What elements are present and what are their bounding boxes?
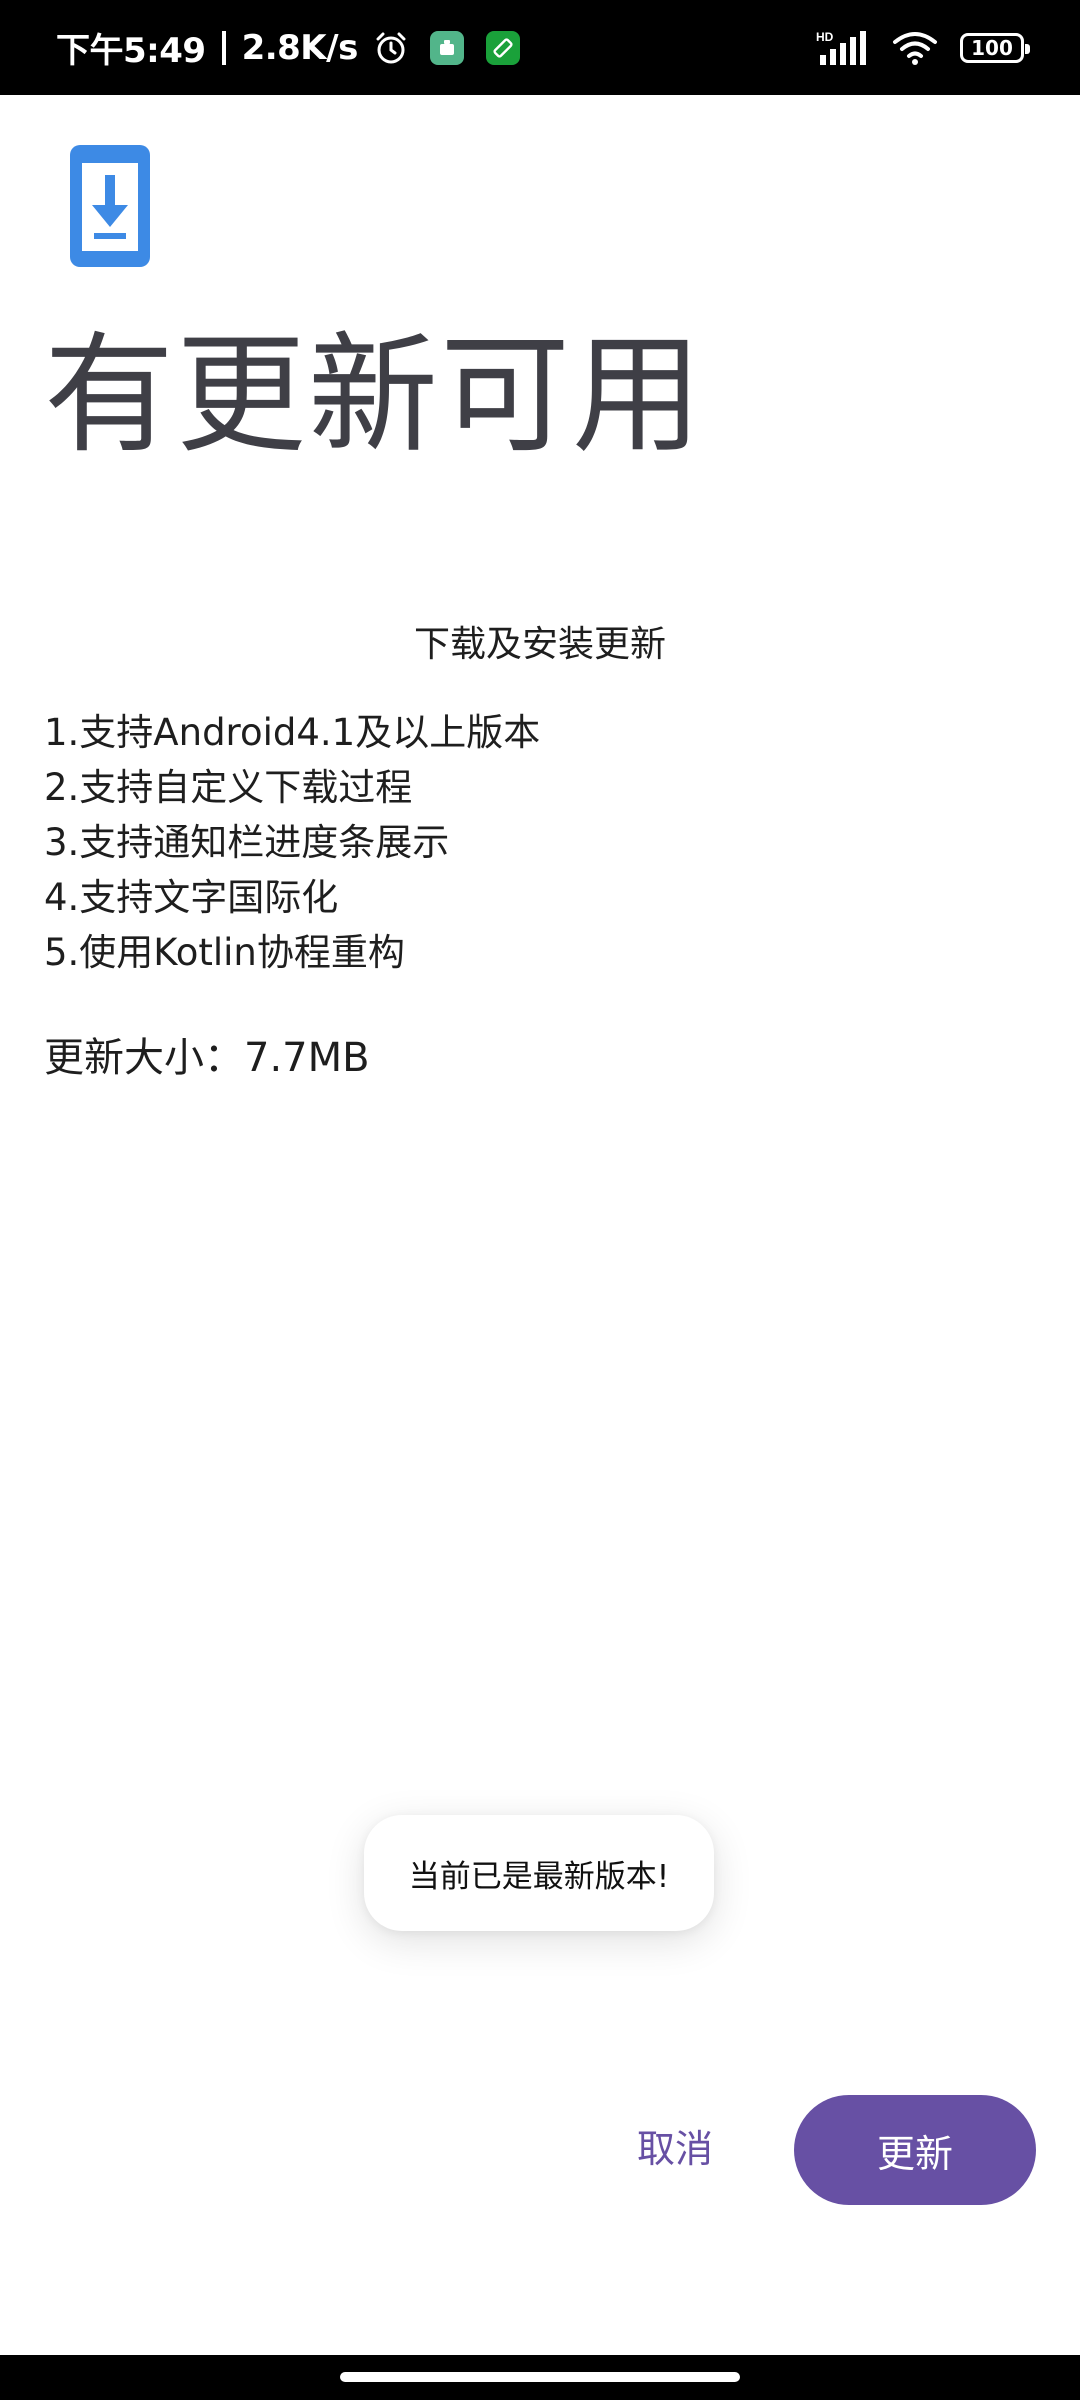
section-heading: 下载及安装更新	[413, 624, 666, 665]
battery-icon: 100	[960, 32, 1030, 63]
app-notification-icon	[429, 30, 464, 65]
status-time: 下午5:49	[56, 31, 206, 71]
update-size: 更新大小：7.7MB	[44, 1035, 370, 1081]
svg-text:HD: HD	[816, 30, 834, 44]
page-title: 有更新可用	[44, 319, 705, 471]
update-dialog: 有更新可用 下载及安装更新 1.支持Android4.1及以上版本 2.支持自定…	[0, 95, 1080, 2355]
status-bar: 下午5:49 2.8K/s HD 100	[0, 0, 1080, 95]
release-note-item: 5.使用Kotlin协程重构	[44, 931, 405, 974]
cancel-button[interactable]: 取消	[600, 2090, 750, 2200]
alarm-icon	[376, 32, 406, 63]
release-notes: 1.支持Android4.1及以上版本 2.支持自定义下载过程 3.支持通知栏进…	[44, 705, 540, 980]
battery-level: 100	[971, 35, 1013, 60]
download-phone-icon	[70, 145, 150, 267]
navigation-bar	[0, 2355, 1080, 2400]
release-note-item: 3.支持通知栏进度条展示	[44, 821, 450, 864]
rotate-screen-icon	[485, 30, 520, 65]
status-left: 下午5:49 2.8K/s	[56, 0, 520, 95]
network-speed: 2.8K/s	[241, 27, 359, 68]
release-note-item: 2.支持自定义下载过程	[44, 766, 413, 809]
status-separator	[221, 30, 226, 65]
status-right: HD 100	[816, 0, 1030, 95]
signal-icon: HD	[816, 30, 866, 65]
release-note-item: 1.支持Android4.1及以上版本	[44, 711, 541, 754]
robot-icon	[439, 39, 454, 55]
home-indicator[interactable]	[340, 2372, 740, 2382]
wifi-icon	[893, 31, 937, 65]
toast-message: 当前已是最新版本!	[364, 1815, 714, 1931]
update-button[interactable]: 更新	[794, 2095, 1036, 2205]
release-note-item: 4.支持文字国际化	[44, 876, 339, 919]
